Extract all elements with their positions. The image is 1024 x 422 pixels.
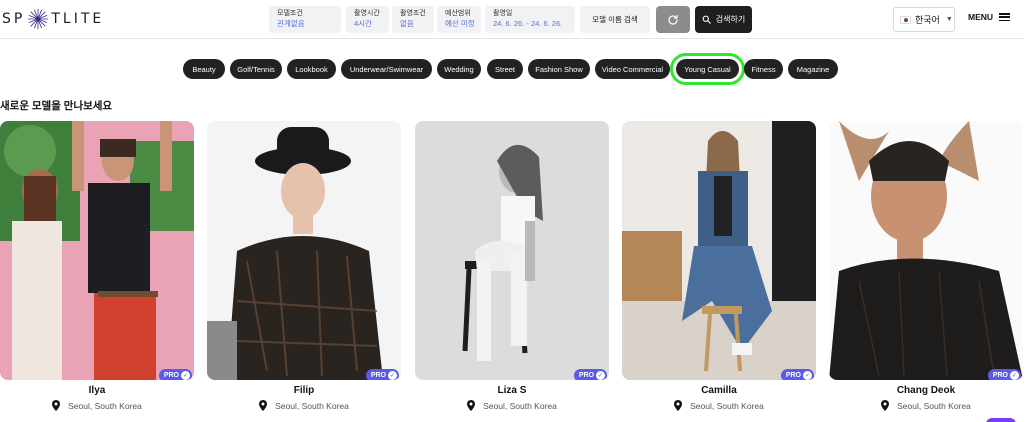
category-bar: Beauty Golf/Tennis Lookbook Underwear/Sw… [0,53,1024,85]
model-name-search-button[interactable]: 모델 이름 검색 [580,6,650,33]
korea-flag-icon [900,15,911,24]
check-icon: ✓ [181,371,190,380]
model-location: Seoul, South Korea [415,400,609,411]
category-beauty[interactable]: Beauty [183,59,225,79]
pro-badge: PRO ✓ [365,369,399,380]
location-text: Seoul, South Korea [68,400,142,411]
model-card[interactable]: PRO ✓ Ilya Seoul, South Korea [0,121,194,411]
logo-text-left: SP [2,11,26,27]
filter-label: 촬영일 [493,10,513,17]
category-underwear-swimwear[interactable]: Underwear/Swimwear [341,59,432,79]
location-text: Seoul, South Korea [483,400,557,411]
category-wedding[interactable]: Wedding [437,59,481,79]
category-young-casual[interactable]: Young Casual [670,53,745,85]
section-title: 새로운 모델을 만나보세요 [0,100,113,112]
pro-badge-label: PRO [785,372,801,379]
filter-value: 예산 미정 [445,19,475,28]
search-icon [702,15,711,24]
category-magazine[interactable]: Magazine [788,59,838,79]
model-card[interactable]: PRO ✓ Camilla Seoul, South Korea [622,121,816,411]
check-icon: ✓ [596,371,605,380]
filter-value: 없음 [400,19,414,28]
category-fitness[interactable]: Fitness [744,59,783,79]
refresh-icon [668,14,678,25]
language-select[interactable]: 한국어 ▼ [893,7,955,32]
filter-shoot-date[interactable]: 촬영일 24. 6. 26. - 24. 6. 26. [485,6,575,33]
model-location: Seoul, South Korea [207,400,401,411]
location-pin-icon [259,400,268,411]
filter-value: 4시간 [354,19,372,28]
category-golf-tennis[interactable]: Golf/Tennis [230,59,282,79]
model-photo-image [0,121,194,380]
hamburger-icon [999,13,1011,21]
logo-text-right: TLITE [51,11,105,27]
model-photo[interactable]: PRO ✓ [207,121,401,380]
filter-label: 예산범위 [445,10,471,17]
model-name[interactable]: Filip [207,385,401,396]
model-photo-image [829,121,1023,380]
filter-shoot-time[interactable]: 촬영시간 4시간 [346,6,389,33]
language-label: 한국어 [915,15,940,25]
filter-budget[interactable]: 예산범위 예산 미정 [437,6,481,33]
model-photo[interactable]: PRO ✓ [415,121,609,380]
location-text: Seoul, South Korea [897,400,971,411]
search-button-label: 검색하기 [715,15,746,24]
model-photo-image [415,121,609,380]
category-video-commercial[interactable]: Video Commercial [595,59,670,79]
category-lookbook[interactable]: Lookbook [287,59,336,79]
model-photo[interactable]: PRO ✓ [829,121,1023,380]
location-pin-icon [881,400,890,411]
pro-badge-label: PRO [370,372,386,379]
model-name[interactable]: Liza S [415,385,609,396]
filter-shoot-condition[interactable]: 촬영조건 없음 [392,6,434,33]
menu-label: MENU [968,12,994,22]
pro-badge-label: PRO [163,372,179,379]
model-photo[interactable]: PRO ✓ [622,121,816,380]
filter-label: 촬영시간 [354,10,380,17]
chat-widget-button[interactable] [986,418,1016,422]
location-pin-icon [674,400,683,411]
model-card[interactable]: PRO ✓ Chang Deok Seoul, South Korea [829,121,1023,411]
model-photo[interactable]: PRO ✓ [0,121,194,380]
model-photo-image [207,121,401,380]
check-icon: ✓ [1010,371,1019,380]
check-icon: ✓ [803,371,812,380]
filter-model-condition[interactable]: 모델조건 관계없음 [269,6,341,33]
filter-label: 모델조건 [277,10,303,17]
location-pin-icon [467,400,476,411]
model-name[interactable]: Chang Deok [829,385,1023,396]
model-photo-image [622,121,816,380]
search-button[interactable]: 검색하기 [695,6,752,33]
top-header: SP TLITE 모델조건 관계없음 촬영시간 4시간 촬영조건 없음 예산범위 [0,0,1024,39]
filter-value: 24. 6. 26. - 24. 6. 26. [493,19,563,28]
filter-label: 촬영조건 [400,10,426,17]
model-name[interactable]: Ilya [0,385,194,396]
caret-down-icon: ▼ [945,16,953,23]
filter-value: 관계없음 [277,19,305,28]
pro-badge-label: PRO [578,372,594,379]
spotlite-logo[interactable]: SP TLITE [2,8,104,30]
model-card[interactable]: PRO ✓ Liza S Seoul, South Korea [415,121,609,411]
reset-button[interactable] [656,6,690,33]
pro-badge-label: PRO [992,372,1008,379]
pro-badge: PRO ✓ [158,369,192,380]
location-text: Seoul, South Korea [690,400,764,411]
menu-button[interactable]: MENU [968,12,1011,22]
model-location: Seoul, South Korea [0,400,194,411]
location-pin-icon [52,400,61,411]
category-street[interactable]: Street [487,59,523,79]
pro-badge: PRO ✓ [573,369,607,380]
model-location: Seoul, South Korea [622,400,816,411]
category-fashion-show[interactable]: Fashion Show [528,59,590,79]
pro-badge: PRO ✓ [987,369,1021,380]
check-icon: ✓ [388,371,397,380]
model-location: Seoul, South Korea [829,400,1023,411]
model-card[interactable]: PRO ✓ Filip Seoul, South Korea [207,121,401,411]
location-text: Seoul, South Korea [275,400,349,411]
model-name[interactable]: Camilla [622,385,816,396]
logo-star-icon [28,8,49,30]
pro-badge: PRO ✓ [780,369,814,380]
